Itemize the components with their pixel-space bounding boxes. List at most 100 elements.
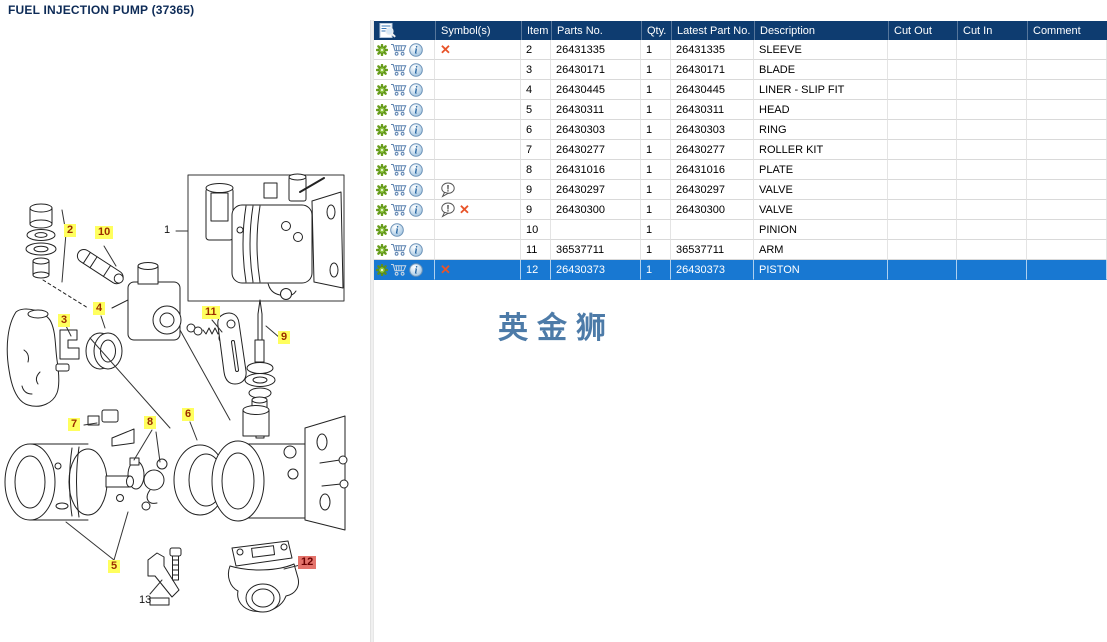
cell-latest-part-no: 26430171 bbox=[671, 60, 754, 80]
table-row[interactable]: i ✕ 12 26430373 1 26430373 PISTON bbox=[374, 260, 1107, 280]
gear-icon[interactable] bbox=[376, 63, 388, 76]
cart-icon[interactable] bbox=[390, 263, 407, 276]
column-header-qty-[interactable]: Qty. bbox=[641, 21, 671, 40]
diagram-callout-9[interactable]: 9 bbox=[278, 331, 291, 344]
column-header-details[interactable] bbox=[374, 21, 435, 40]
cart-icon[interactable] bbox=[390, 163, 407, 176]
cart-icon[interactable] bbox=[390, 143, 407, 156]
table-row[interactable]: i 4 26430445 1 26430445 LINER - SLIP FIT bbox=[374, 80, 1107, 100]
cell-cut-in bbox=[957, 200, 1027, 220]
cart-icon[interactable] bbox=[390, 103, 407, 116]
table-row[interactable]: i ! ✕ 9 26430300 1 26430300 VALVE bbox=[374, 200, 1107, 220]
cell-parts-no: 26430171 bbox=[551, 60, 641, 80]
info-icon[interactable]: i bbox=[409, 62, 423, 77]
cell-latest-part-no: 36537711 bbox=[671, 240, 754, 260]
cell-description: PLATE bbox=[754, 160, 888, 180]
info-icon[interactable]: i bbox=[409, 242, 423, 257]
table-row[interactable]: i 5 26430311 1 26430311 HEAD bbox=[374, 100, 1107, 120]
table-row[interactable]: i ! 9 26430297 1 26430297 VALVE bbox=[374, 180, 1107, 200]
table-row[interactable]: i 6 26430303 1 26430303 RING bbox=[374, 120, 1107, 140]
diagram-callout-3[interactable]: 3 bbox=[58, 314, 71, 327]
diagram-callout-6[interactable]: 6 bbox=[182, 408, 195, 421]
cell-qty: 1 bbox=[641, 80, 671, 100]
cell-qty: 1 bbox=[641, 60, 671, 80]
cell-cut-out bbox=[888, 140, 957, 160]
info-icon[interactable]: i bbox=[409, 122, 423, 137]
info-icon[interactable]: i bbox=[390, 222, 404, 237]
table-row[interactable]: i 11 36537711 1 36537711 ARM bbox=[374, 240, 1107, 260]
column-header-latest-part-no-[interactable]: Latest Part No. bbox=[671, 21, 754, 40]
table-row[interactable]: i 3 26430171 1 26430171 BLADE bbox=[374, 60, 1107, 80]
gear-icon[interactable] bbox=[376, 143, 388, 156]
gear-icon[interactable] bbox=[376, 83, 388, 96]
cell-latest-part-no: 26430277 bbox=[671, 140, 754, 160]
cell-latest-part-no: 26430297 bbox=[671, 180, 754, 200]
row-action-icons: i bbox=[374, 240, 435, 260]
diagram-callout-11[interactable]: 11 bbox=[202, 306, 220, 319]
column-header-parts-no-[interactable]: Parts No. bbox=[551, 21, 641, 40]
diagram-callout-12[interactable]: 12 bbox=[298, 556, 317, 569]
column-header-description[interactable]: Description bbox=[754, 21, 888, 40]
diagram-callout-4[interactable]: 4 bbox=[93, 302, 106, 315]
cart-icon[interactable] bbox=[390, 203, 407, 216]
cell-description: HEAD bbox=[754, 100, 888, 120]
row-action-icons: i bbox=[374, 40, 435, 60]
diagram-callout-5[interactable]: 5 bbox=[108, 560, 121, 573]
column-header-comment[interactable]: Comment bbox=[1027, 21, 1107, 40]
gear-icon[interactable] bbox=[376, 263, 388, 276]
cancelled-x-icon: ✕ bbox=[440, 262, 451, 277]
cart-icon[interactable] bbox=[390, 63, 407, 76]
info-icon[interactable]: i bbox=[409, 102, 423, 117]
cart-icon[interactable] bbox=[390, 43, 407, 56]
gear-icon[interactable] bbox=[376, 103, 388, 116]
column-header-symbol-s-[interactable]: Symbol(s) bbox=[435, 21, 521, 40]
diagram-callout-13: 13 bbox=[139, 594, 152, 606]
gear-icon[interactable] bbox=[376, 223, 388, 236]
gear-icon[interactable] bbox=[376, 123, 388, 136]
cell-description: RING bbox=[754, 120, 888, 140]
cell-symbols bbox=[435, 220, 521, 240]
cell-cut-in bbox=[957, 140, 1027, 160]
gear-icon[interactable] bbox=[376, 43, 388, 56]
diagram-callout-10[interactable]: 10 bbox=[95, 226, 114, 239]
column-header-cut-in[interactable]: Cut In bbox=[957, 21, 1027, 40]
svg-text:i: i bbox=[415, 45, 418, 56]
cart-icon[interactable] bbox=[390, 83, 407, 96]
row-action-icons: i bbox=[374, 100, 435, 120]
cell-comment bbox=[1027, 220, 1107, 240]
column-header-item[interactable]: Item bbox=[521, 21, 551, 40]
cell-comment bbox=[1027, 40, 1107, 60]
table-row[interactable]: i ✕ 2 26431335 1 26431335 SLEEVE bbox=[374, 40, 1107, 60]
cell-qty: 1 bbox=[641, 160, 671, 180]
info-icon[interactable]: i bbox=[409, 142, 423, 157]
info-icon[interactable]: i bbox=[409, 42, 423, 57]
info-icon[interactable]: i bbox=[409, 262, 423, 277]
gear-icon[interactable] bbox=[376, 183, 388, 196]
cell-item: 7 bbox=[521, 140, 551, 160]
cell-cut-out bbox=[888, 160, 957, 180]
cart-icon[interactable] bbox=[390, 243, 407, 256]
cell-cut-out bbox=[888, 80, 957, 100]
table-row[interactable]: i 8 26431016 1 26431016 PLATE bbox=[374, 160, 1107, 180]
info-icon[interactable]: i bbox=[409, 82, 423, 97]
table-row[interactable]: i 10 1 PINION bbox=[374, 220, 1107, 240]
gear-icon[interactable] bbox=[376, 243, 388, 256]
gear-icon[interactable] bbox=[376, 203, 388, 216]
diagram-callout-8[interactable]: 8 bbox=[144, 416, 157, 429]
info-icon[interactable]: i bbox=[409, 202, 423, 217]
cell-latest-part-no: 26430300 bbox=[671, 200, 754, 220]
cell-qty: 1 bbox=[641, 260, 671, 280]
cart-icon[interactable] bbox=[390, 183, 407, 196]
cell-description: PINION bbox=[754, 220, 888, 240]
table-row[interactable]: i 7 26430277 1 26430277 ROLLER KIT bbox=[374, 140, 1107, 160]
column-header-cut-out[interactable]: Cut Out bbox=[888, 21, 957, 40]
cart-icon[interactable] bbox=[390, 123, 407, 136]
watermark-text: 英金狮 bbox=[498, 312, 615, 345]
diagram-callout-7[interactable]: 7 bbox=[68, 418, 81, 431]
gear-icon[interactable] bbox=[376, 163, 388, 176]
info-icon[interactable]: i bbox=[409, 182, 423, 197]
info-icon[interactable]: i bbox=[409, 162, 423, 177]
diagram-callout-2[interactable]: 2 bbox=[64, 224, 77, 237]
diagram-callout-1: 1 bbox=[164, 224, 171, 236]
cell-qty: 1 bbox=[641, 180, 671, 200]
